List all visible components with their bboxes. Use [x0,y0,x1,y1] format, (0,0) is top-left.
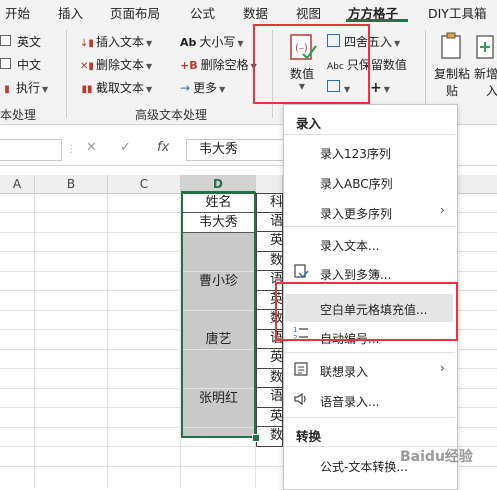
chinese-button[interactable]: 中文 [0,57,41,73]
column-header-a[interactable]: A [0,175,35,193]
delete-text-button[interactable]: ✕▮ 删除文本 ▼ [80,57,152,75]
chevron-down-icon: ▼ [42,85,49,94]
cell-e[interactable]: 语 [256,212,283,232]
ribbon-tab-bar: 开始 插入 页面布局 公式 数据 视图 方方格子 DIY工具箱 [0,0,497,22]
tab-page-layout[interactable]: 页面布局 [110,3,160,22]
cell-e[interactable]: 英 [256,232,283,252]
chevron-down-icon: ▼ [394,39,401,48]
extract-text-button[interactable]: ▮▮ 截取文本 ▼ [80,80,152,98]
execute-button[interactable]: ▮ 执行 ▼ [0,80,48,98]
menu-separator [284,134,455,135]
english-button[interactable]: 英文 [0,34,41,50]
numeric-highlight-box [253,24,370,104]
chevron-right-icon: › [440,361,445,375]
cell-e[interactable]: 数 [256,368,283,388]
chevron-down-icon: ▼ [219,85,226,94]
menu-separator [284,352,455,353]
extract-text-icon: ▮▮ [81,84,93,95]
more-button[interactable]: → 更多 ▼ [180,80,225,98]
advanced-text-group-label: 高级文本处理 [135,108,208,122]
cell-e[interactable]: 语 [256,388,283,408]
menu-item-voice-input[interactable]: 语音录入... [320,393,379,410]
chevron-down-icon: ▼ [383,85,390,94]
menu-item-formula-text[interactable]: 公式-文本转换... [320,458,408,475]
column-header-e[interactable] [256,175,283,193]
group-divider [66,30,67,118]
checkbox-icon [0,58,11,69]
insert-text-button[interactable]: ↓▮ 插入文本 ▼ [80,34,152,52]
tab-home[interactable]: 开始 [5,3,30,22]
formula-bar-grip-icon: ⋮ [66,144,76,158]
menu-item-assoc-input[interactable]: 联想录入 [320,363,368,380]
chevron-down-icon: ▼ [237,39,244,48]
new-insert-button[interactable]: 新增 入 [474,32,497,102]
column-header-b[interactable]: B [35,175,108,193]
tab-insert[interactable]: 插入 [58,3,83,22]
menu-item-seq-abc[interactable]: 录入ABC序列 [320,175,393,192]
menu-section-convert: 转换 [296,429,322,444]
cell-e[interactable]: 科 [256,193,283,213]
name-box[interactable] [0,139,62,161]
tab-diy-toolbox[interactable]: DIY工具箱 [428,3,486,22]
case-icon: Ab [180,36,197,49]
column-header-d[interactable]: D [181,175,256,193]
menu-section-input: 录入 [296,116,322,131]
chevron-down-icon: ▼ [146,62,153,71]
menu-item-multi-book[interactable]: 录入到多簿... [320,266,391,283]
cancel-formula-button[interactable]: ✕ [86,140,97,155]
case-button[interactable]: Ab 大小写 ▼ [180,34,244,52]
checkbox-icon [0,35,11,46]
grid-line [107,193,108,488]
menu-item-input-text[interactable]: 录入文本... [320,237,379,254]
fill-handle[interactable] [252,434,260,442]
menu-item-seq-123[interactable]: 录入123序列 [320,145,391,162]
menu-separator [284,226,455,227]
text-process-group-label: 本处理 [0,108,37,122]
selection-range [181,192,256,438]
clipboard-icon [441,32,461,59]
plus-button[interactable]: + ▼ [370,80,390,98]
execute-icon: ▮ [4,84,10,95]
fill-blank-highlight-box [275,282,458,341]
multi-book-icon [293,263,309,283]
formula-input[interactable]: 韦大秀 [186,139,286,161]
new-insert-icon [476,35,494,59]
tab-formulas[interactable]: 公式 [190,3,215,22]
watermark-text: Baidu经验 [400,449,473,465]
cell-e[interactable]: 数 [256,251,283,271]
menu-item-more-seq[interactable]: 录入更多序列 [320,205,392,222]
menu-separator [284,417,455,418]
cell-e[interactable]: 数 [256,427,283,447]
insert-text-icon: ↓▮ [80,38,94,49]
delete-space-icon: +B [180,59,198,72]
cell-e[interactable]: 英 [256,349,283,369]
tab-data[interactable]: 数据 [243,3,268,22]
more-icon: → [180,81,191,95]
chevron-right-icon: › [440,203,445,217]
chevron-down-icon: ▼ [146,39,153,48]
confirm-formula-button[interactable]: ✓ [120,140,131,155]
chevron-down-icon: ▼ [146,85,153,94]
delete-space-button[interactable]: +B 删除空格 ▼ [180,57,257,75]
speaker-icon [293,391,309,411]
column-header-c[interactable]: C [108,175,181,193]
grid-line [34,193,35,488]
delete-text-icon: ✕▮ [80,61,94,72]
insert-function-button[interactable]: fx [157,140,169,155]
cell-e[interactable]: 英 [256,407,283,427]
tab-view[interactable]: 视图 [296,3,321,22]
assoc-input-icon [293,361,309,381]
copy-paste-button[interactable]: 复制粘 贴 [433,32,471,102]
